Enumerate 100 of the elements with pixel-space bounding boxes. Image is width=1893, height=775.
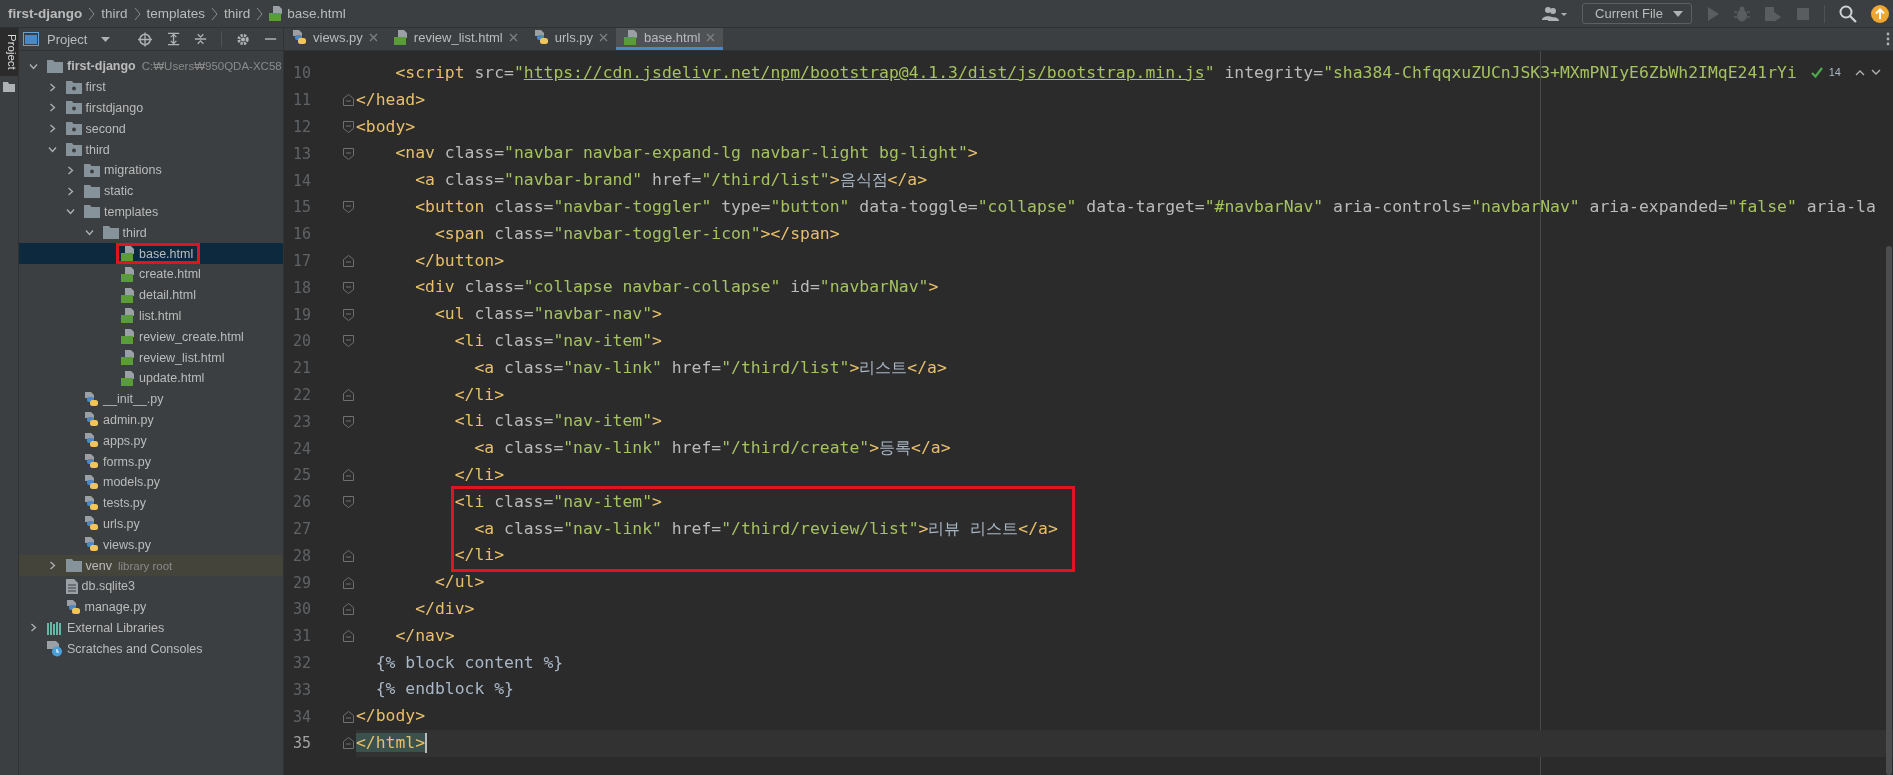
fold-marker-icon[interactable] <box>343 496 354 509</box>
tree-item[interactable]: first-django C:₩Users₩950QDA-XC58 <box>19 56 283 77</box>
tree-item[interactable]: Scratches and Consoles <box>19 638 283 660</box>
python-file-icon <box>84 454 99 470</box>
code-line: <nav class="navbar navbar-expand-lg navbar-light bg-light"> <box>394 142 978 165</box>
search-icon[interactable] <box>1839 4 1857 23</box>
tree-item-label: first <box>85 80 106 95</box>
tree-item[interactable]: static <box>19 180 283 202</box>
close-icon[interactable] <box>508 33 518 42</box>
tree-item[interactable]: forms.py <box>19 451 283 472</box>
editor-tab[interactable]: review_list.html <box>385 28 526 50</box>
code-line: </div> <box>414 597 475 620</box>
tree-item[interactable]: manage.py <box>19 596 283 618</box>
run-configuration-dropdown[interactable]: Current File <box>1582 3 1692 24</box>
close-icon[interactable] <box>706 33 716 42</box>
tree-item[interactable]: tests.py <box>19 492 283 514</box>
coverage-icon[interactable] <box>1764 5 1782 22</box>
tree-item-label: base.html <box>139 246 194 261</box>
fold-marker-icon[interactable] <box>343 630 354 643</box>
code-line: <a class="navbar-brand" href="/third/list">음식점</a> <box>414 169 928 192</box>
tree-item[interactable]: urls.py <box>19 513 283 535</box>
close-icon[interactable] <box>599 33 608 42</box>
users-icon[interactable] <box>1542 5 1569 22</box>
tree-item[interactable]: detail.html <box>19 284 283 306</box>
chevron-icon <box>256 6 264 21</box>
tree-item[interactable]: review_list.html <box>19 347 283 368</box>
fold-marker-icon[interactable] <box>343 201 354 214</box>
tree-item[interactable]: views.py <box>19 534 283 556</box>
fold-marker-icon[interactable] <box>343 415 354 428</box>
fold-marker-icon[interactable] <box>343 308 354 321</box>
fold-marker-icon[interactable] <box>343 94 354 107</box>
line-number: 20 <box>291 332 311 351</box>
editor-tab[interactable]: base.html <box>616 28 724 50</box>
settings-icon[interactable] <box>235 31 250 47</box>
code-line: <div class="collapse navbar-collapse" id="navbarNav"> <box>414 276 939 299</box>
tree-item-label: models.py <box>103 475 160 490</box>
tree-item[interactable]: venv library root <box>19 555 283 576</box>
tree-item-label: first-django <box>67 59 136 74</box>
tree-item[interactable]: create.html <box>19 263 283 285</box>
fold-marker-icon[interactable] <box>343 549 354 562</box>
fold-marker-icon[interactable] <box>343 710 354 723</box>
code-line: <ul class="navbar-nav"> <box>433 303 662 326</box>
line-number: 11 <box>291 91 311 110</box>
tree-item[interactable]: apps.py <box>19 430 283 452</box>
tree-item-label: manage.py <box>84 600 147 615</box>
stop-icon[interactable] <box>1796 6 1810 21</box>
tree-item[interactable]: firstdjango <box>19 97 283 119</box>
locate-icon[interactable] <box>138 31 153 47</box>
breadcrumb-item[interactable]: base.html <box>269 6 346 21</box>
tree-item[interactable]: third <box>19 139 283 160</box>
fold-marker-icon[interactable] <box>343 469 354 482</box>
folder-icon[interactable] <box>3 81 15 92</box>
tree-item[interactable]: update.html <box>19 367 283 389</box>
tree-item-label: review_create.html <box>139 329 244 344</box>
chevron-icon <box>133 6 141 21</box>
breadcrumb-item[interactable]: third <box>224 6 251 21</box>
breadcrumb-item[interactable]: templates <box>146 6 206 21</box>
code-line: </li> <box>453 383 505 406</box>
html-file-icon <box>121 329 135 345</box>
collapse-all-icon[interactable] <box>193 32 207 46</box>
fold-marker-icon[interactable] <box>343 254 354 267</box>
tree-item[interactable]: migrations <box>19 160 283 181</box>
tree-item[interactable]: db.sqlite3 <box>19 575 283 597</box>
fold-marker-icon[interactable] <box>343 576 354 589</box>
fold-marker-icon[interactable] <box>343 603 354 616</box>
fold-marker-icon[interactable] <box>343 388 354 401</box>
tree-item[interactable]: __init__.py <box>19 388 283 410</box>
fold-marker-icon[interactable] <box>343 281 354 294</box>
tree-item[interactable]: first <box>19 76 283 98</box>
line-number: 33 <box>291 680 311 699</box>
tool-window-tab[interactable]: Project <box>0 28 18 76</box>
html-file-icon <box>121 308 135 324</box>
tree-item[interactable]: models.py <box>19 471 283 493</box>
tree-item[interactable]: External Libraries <box>19 617 283 639</box>
fold-marker-icon[interactable] <box>343 335 354 348</box>
scrollbar[interactable] <box>1886 246 1892 775</box>
update-icon[interactable] <box>1871 4 1889 23</box>
more-icon[interactable] <box>1886 32 1890 46</box>
tree-item[interactable]: templates <box>19 201 283 223</box>
window-icon <box>23 32 39 46</box>
tree-item[interactable]: second <box>19 118 283 140</box>
chevron-icon <box>211 6 219 21</box>
fold-marker-icon[interactable] <box>343 121 354 133</box>
tree-item[interactable]: base.html <box>19 243 283 264</box>
tree-item[interactable]: admin.py <box>19 409 283 431</box>
breadcrumb-item[interactable]: first-django <box>8 6 83 21</box>
close-icon[interactable] <box>368 33 378 42</box>
tree-item[interactable]: third <box>19 222 283 244</box>
expand-all-icon[interactable] <box>166 32 180 46</box>
tree-item[interactable]: review_create.html <box>19 326 283 348</box>
breadcrumb-item[interactable]: third <box>101 6 128 21</box>
bug-icon[interactable] <box>1734 5 1750 22</box>
tree-item-label: detail.html <box>139 288 196 303</box>
editor-tab[interactable]: urls.py <box>525 28 616 50</box>
tree-item[interactable]: list.html <box>19 305 283 327</box>
editor-tab[interactable]: views.py <box>284 28 386 50</box>
fold-marker-icon[interactable] <box>343 737 354 750</box>
panel-title-dropdown[interactable]: Project <box>23 31 111 47</box>
run-icon[interactable] <box>1706 5 1720 22</box>
fold-marker-icon[interactable] <box>343 147 354 160</box>
